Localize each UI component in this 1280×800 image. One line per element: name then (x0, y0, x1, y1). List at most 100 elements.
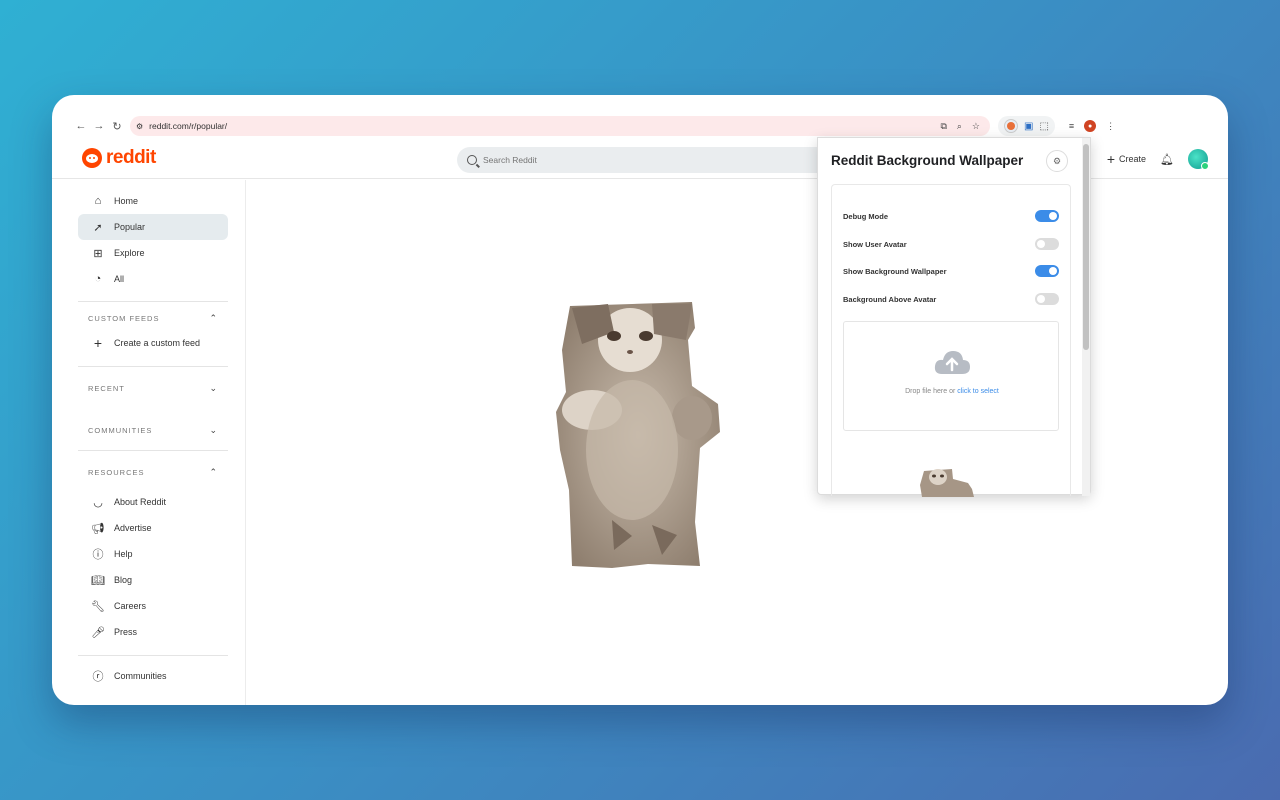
recent-section-header[interactable]: RECENT ⌄ (88, 383, 218, 394)
click-to-select-link[interactable]: click to select (957, 388, 999, 395)
sidebar-item-label: Popular (114, 222, 146, 232)
all-icon: ◔ (94, 273, 102, 285)
reload-icon[interactable]: ↻ (108, 117, 126, 135)
megaphone-icon: 📢︎ (91, 522, 105, 535)
show-user-avatar-toggle[interactable] (1035, 238, 1059, 250)
sidebar-item-label: Create a custom feed (114, 338, 201, 348)
popup-title: Reddit Background Wallpaper (831, 153, 1024, 168)
zoom-icon[interactable]: ⌕ (957, 121, 962, 132)
option-show-background-wallpaper: Show Background Wallpaper (843, 264, 1059, 278)
file-dropzone[interactable]: Drop file here or click to select (843, 321, 1059, 431)
sidebar-item-press[interactable]: 🎤︎ Press (78, 619, 228, 645)
settings-card: Debug Mode Show User Avatar Show Backgro… (831, 184, 1071, 497)
book-icon: 📖︎ (91, 574, 105, 587)
sidebar-item-label: All (114, 274, 125, 284)
section-heading: RESOURCES (88, 468, 145, 477)
sidebar-item-help[interactable]: ⓘ Help (78, 541, 228, 567)
communities-section-header[interactable]: COMMUNITIES ⌄ (88, 425, 218, 436)
create-label: Create (1119, 154, 1147, 164)
reddit-alien-icon: ◡ (93, 496, 103, 509)
address-bar[interactable]: ⚙ reddit.com/r/popular/ ⧉ ⌕ ☆ (130, 116, 990, 136)
section-heading: CUSTOM FEEDS (88, 314, 160, 323)
browser-window: ← → ↻ ⚙ reddit.com/r/popular/ ⧉ ⌕ ☆ ▣ ⬚ … (52, 95, 1228, 705)
plus-icon: + (93, 335, 103, 351)
divider (78, 301, 228, 302)
sidebar-item-advertise[interactable]: 📢︎ Advertise (78, 515, 228, 541)
reddit-logo[interactable]: reddit (82, 147, 156, 169)
communities-icon: ⓡ (92, 671, 104, 683)
create-button[interactable]: + Create (1106, 151, 1147, 167)
notification-bell-icon[interactable]: 🔔︎ (1160, 153, 1174, 166)
sidebar-item-label: About Reddit (114, 497, 167, 507)
chevron-up-icon: ⌃ (209, 313, 218, 323)
sidebar-item-label: Advertise (114, 523, 152, 533)
section-heading: RECENT (88, 384, 125, 393)
sidebar-item-label: Press (114, 627, 138, 637)
extension-popup: Reddit Background Wallpaper ⚙ Debug Mode… (817, 137, 1091, 497)
sidebar-item-label: Blog (114, 575, 133, 585)
divider (78, 366, 228, 367)
microphone-icon: 🎤︎ (91, 626, 105, 639)
tab-search-icon[interactable]: ≡ (1069, 121, 1074, 131)
debug-mode-toggle[interactable] (1035, 210, 1059, 222)
sidebar-item-explore[interactable]: ⊞ Explore (78, 240, 228, 266)
sidebar-item-all[interactable]: ◔ All (78, 266, 228, 292)
divider (78, 450, 228, 451)
popular-icon: ➚ (93, 221, 103, 234)
option-label: Show Background Wallpaper (843, 266, 947, 276)
back-arrow-icon[interactable]: ← (72, 117, 90, 135)
search-input[interactable] (483, 155, 783, 165)
plus-icon: + (1106, 151, 1116, 167)
forward-arrow-icon[interactable]: → (90, 117, 108, 135)
wrench-icon: 🔧︎ (91, 600, 105, 613)
left-sidebar: ⌂ Home ➚ Popular ⊞ Explore ◔ All CUSTOM … (52, 180, 246, 705)
scrollbar-thumb[interactable] (1083, 144, 1089, 350)
browser-menu-icon[interactable]: ⋮ (1106, 121, 1115, 132)
search-icon (467, 155, 477, 165)
sidebar-item-popular[interactable]: ➚ Popular (78, 214, 228, 240)
screenshot-extension-icon[interactable]: ▣ (1024, 121, 1033, 132)
reddit-snoo-icon (82, 148, 102, 168)
help-icon: ⓘ (92, 549, 104, 561)
cloud-upload-icon (934, 351, 970, 374)
settings-gear-icon[interactable]: ⚙ (1046, 150, 1068, 172)
section-heading: COMMUNITIES (88, 426, 153, 435)
extensions-group: ▣ ⬚ (998, 116, 1055, 136)
option-label: Background Above Avatar (843, 294, 937, 304)
create-custom-feed-link[interactable]: + Create a custom feed (78, 330, 228, 356)
browser-toolbar: ← → ↻ ⚙ reddit.com/r/popular/ ⧉ ⌕ ☆ ▣ ⬚ … (72, 115, 1208, 137)
option-debug-mode: Debug Mode (843, 209, 1059, 223)
search-bar[interactable] (457, 147, 837, 173)
background-above-avatar-toggle[interactable] (1035, 293, 1059, 305)
popup-scrollbar[interactable] (1082, 138, 1090, 496)
cat-wallpaper-image (556, 302, 720, 568)
option-show-user-avatar: Show User Avatar (843, 237, 1059, 251)
url-text: reddit.com/r/popular/ (149, 121, 228, 131)
option-label: Show User Avatar (843, 239, 907, 249)
sidebar-item-label: Careers (114, 601, 147, 611)
drop-instruction: Drop file here or (905, 388, 958, 395)
sidebar-item-label: Help (114, 549, 133, 559)
bookmark-star-icon[interactable]: ☆ (972, 121, 980, 132)
sidebar-item-label: Home (114, 196, 139, 206)
profile-avatar-icon[interactable]: ● (1084, 120, 1097, 132)
wallpaper-extension-icon[interactable] (1004, 119, 1018, 133)
install-app-icon[interactable]: ⧉ (940, 121, 946, 132)
chevron-up-icon: ⌃ (209, 467, 218, 477)
sidebar-item-about-reddit[interactable]: ◡ About Reddit (78, 489, 228, 515)
wallpaper-preview-thumbnail (920, 469, 974, 497)
sidebar-item-label: Explore (114, 248, 145, 258)
logo-text: reddit (106, 147, 156, 168)
custom-feeds-section-header[interactable]: CUSTOM FEEDS ⌃ (88, 313, 218, 324)
resources-section-header[interactable]: RESOURCES ⌃ (88, 467, 218, 478)
site-settings-icon[interactable]: ⚙ (136, 122, 143, 131)
user-avatar[interactable] (1188, 149, 1209, 170)
home-icon: ⌂ (94, 195, 102, 207)
extensions-puzzle-icon[interactable]: ⬚ (1039, 121, 1048, 132)
sidebar-item-communities[interactable]: ⓡ Communities (78, 663, 228, 689)
sidebar-item-careers[interactable]: 🔧︎ Careers (78, 593, 228, 619)
show-background-wallpaper-toggle[interactable] (1035, 265, 1059, 277)
sidebar-item-home[interactable]: ⌂ Home (78, 188, 228, 214)
chevron-down-icon: ⌄ (209, 425, 218, 435)
sidebar-item-blog[interactable]: 📖︎ Blog (78, 567, 228, 593)
